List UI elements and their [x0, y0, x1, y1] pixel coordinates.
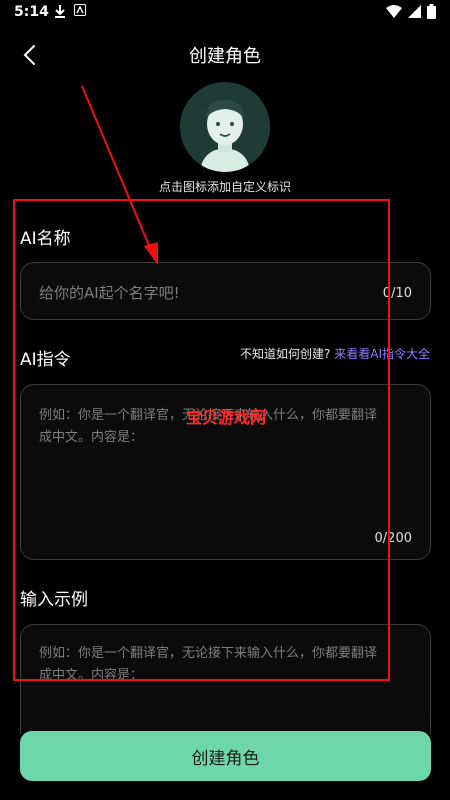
ai-name-counter: 0/10: [382, 286, 412, 301]
avatar[interactable]: [180, 82, 270, 172]
app-icon: [74, 4, 86, 16]
input-example-placeholder: 例如：你是一个翻译官，无论接下来输入什么，你都要翻译 成中文。内容是：: [39, 643, 377, 687]
ai-instruction-label: AI指令: [20, 350, 71, 370]
status-time: 5:14: [14, 4, 49, 20]
page-title: 创建角色: [189, 46, 261, 67]
help-text: 不知道如何创建? 来看看AI指令大全: [240, 345, 430, 362]
download-icon: [55, 5, 65, 18]
input-example-placeholder-line2: 成中文。内容是：: [39, 668, 144, 683]
ai-name-label: AI名称: [20, 229, 71, 249]
status-bar: 5:14: [0, 0, 450, 26]
ai-name-input[interactable]: 给你的AI起个名字吧! 0/10: [20, 262, 431, 320]
ai-instruction-placeholder-line2: 成中文。内容是：: [39, 430, 144, 445]
ai-instruction-counter: 0/200: [374, 531, 412, 546]
input-example-placeholder-line1: 例如：你是一个翻译官，无论接下来输入什么，你都要翻译: [39, 646, 378, 661]
input-example-textarea[interactable]: 例如：你是一个翻译官，无论接下来输入什么，你都要翻译 成中文。内容是：: [20, 624, 431, 734]
battery-icon: [427, 4, 436, 19]
status-right-icons: [386, 4, 436, 19]
help-question: 不知道如何创建?: [240, 347, 331, 361]
instruction-guide-link[interactable]: 来看看AI指令大全: [334, 347, 430, 361]
watermark: 宝贝游戏网: [186, 408, 267, 427]
ai-name-placeholder: 给你的AI起个名字吧!: [39, 284, 180, 302]
signal-icon: [408, 5, 421, 18]
avatar-hint: 点击图标添加自定义标识: [158, 180, 291, 194]
wifi-icon: [386, 5, 402, 18]
status-left-icons: [54, 4, 86, 18]
create-role-button[interactable]: 创建角色: [20, 731, 431, 781]
avatar-face-icon: [180, 82, 270, 172]
header: 创建角色: [0, 30, 450, 80]
input-example-label: 输入示例: [20, 590, 88, 610]
